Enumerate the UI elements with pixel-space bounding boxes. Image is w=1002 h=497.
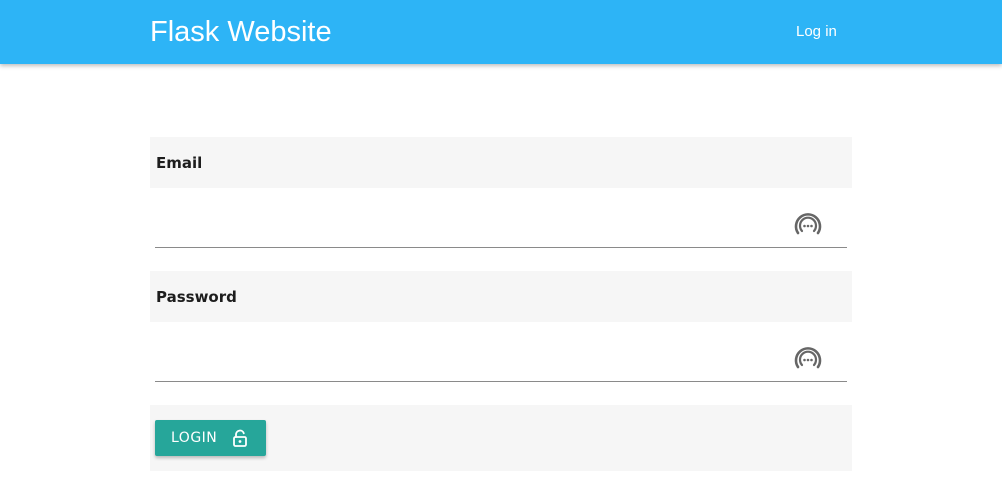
password-manager-icon[interactable] <box>791 343 825 377</box>
password-manager-icon[interactable] <box>791 209 825 243</box>
lock-open-icon <box>232 429 248 447</box>
nav-login-link[interactable]: Log in <box>796 22 837 42</box>
login-button-label: LOGIN <box>171 430 218 446</box>
login-button[interactable]: LOGIN <box>155 420 266 456</box>
password-label-row: Password <box>150 271 852 322</box>
email-field-wrapper <box>155 197 847 248</box>
page: Flask Website Log in Email Password LOGI… <box>0 0 1002 497</box>
email-input[interactable] <box>155 205 779 243</box>
brand-logo[interactable]: Flask Website <box>150 14 332 50</box>
password-label: Password <box>156 288 237 306</box>
password-input[interactable] <box>155 339 779 377</box>
submit-row: LOGIN <box>150 405 852 471</box>
password-field-wrapper <box>155 331 847 382</box>
email-label: Email <box>156 154 203 172</box>
email-label-row: Email <box>150 137 852 188</box>
navbar: Flask Website Log in <box>0 0 1002 64</box>
